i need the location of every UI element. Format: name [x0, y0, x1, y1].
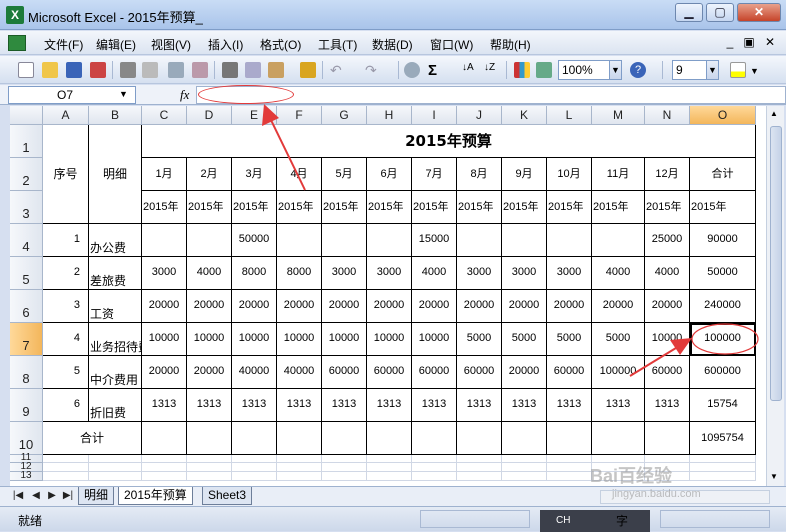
annotation-arrow-up: [262, 104, 306, 191]
annotation-ellipse-cell: [691, 323, 759, 355]
annotation-overlay: [262, 104, 759, 377]
annotation-arrow-right: [629, 338, 692, 377]
